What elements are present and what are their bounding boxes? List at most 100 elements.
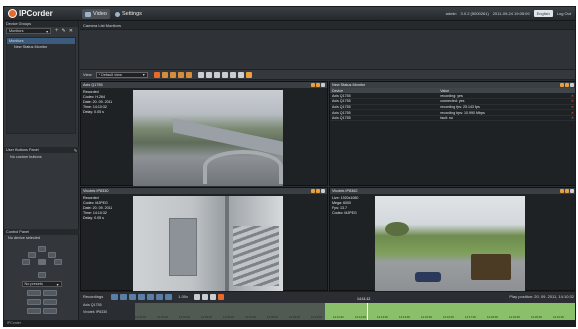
camera-list-tab[interactable]: Camera List Monitors <box>80 21 575 30</box>
focus-near-button[interactable] <box>26 299 41 305</box>
nav-video-button[interactable]: Video <box>82 9 110 19</box>
export-icon[interactable] <box>210 293 217 300</box>
timeline-tick-label: 14:11:00 <box>333 315 344 319</box>
ptz-right-button[interactable] <box>53 259 62 265</box>
ptz-up-button[interactable] <box>37 246 46 252</box>
close-icon[interactable] <box>570 83 574 87</box>
video-feed-parking <box>375 196 525 291</box>
ptz-home-button[interactable] <box>37 259 46 265</box>
grid-4-icon[interactable] <box>221 71 228 78</box>
timeline-track[interactable]: 14:11:12 14:02:00 14:03:00 14:04:00 14:05:0… <box>135 297 575 320</box>
zoom-in-icon[interactable] <box>194 293 201 300</box>
view-select[interactable]: * Default view ▾ <box>95 71 148 78</box>
logout-link[interactable]: Log Out <box>557 11 571 16</box>
timeline-cursor[interactable] <box>367 303 368 320</box>
timeline-device-label: Vivotek IP8330 <box>83 310 108 314</box>
focus-far-button[interactable] <box>42 299 57 305</box>
camera-pane-vivotek-8362[interactable]: Vivotek IP8362 Live: 1920x1080 Mega: 600… <box>329 187 575 291</box>
nav-settings-button[interactable]: Settings <box>112 9 145 19</box>
snapshot-icon[interactable] <box>560 189 564 193</box>
close-icon[interactable]: ✕ <box>69 28 73 34</box>
iris-close-button[interactable] <box>42 308 57 314</box>
edit-icon[interactable]: ✎ <box>74 148 77 153</box>
view-select-value: * Default view <box>98 72 122 77</box>
settings-icon[interactable] <box>245 71 252 78</box>
grid-5-icon[interactable] <box>229 71 236 78</box>
playback-speed[interactable]: 1.00x <box>178 294 188 299</box>
info-line: Codec: MJPEG <box>332 211 357 215</box>
chevron-down-icon[interactable] <box>316 189 320 193</box>
layout-2-icon[interactable] <box>169 71 176 78</box>
grid-2-icon[interactable] <box>205 71 212 78</box>
status-monitor-pane: New Status Monitor Device Value Axis Q17… <box>329 81 575 186</box>
ptz-up-right-button[interactable] <box>47 252 56 258</box>
remove-icon[interactable]: ✕ <box>566 115 575 122</box>
ptz-pad <box>21 246 62 278</box>
layout-4-icon[interactable] <box>185 71 192 78</box>
zoom-out-button[interactable] <box>42 290 57 296</box>
ptz-up-left-button[interactable] <box>27 252 36 258</box>
snapshot-icon[interactable] <box>311 83 315 87</box>
skip-forward-icon[interactable] <box>165 293 173 300</box>
info-line: Delay: 0.05 s <box>83 216 104 220</box>
video-icon <box>85 11 91 17</box>
grid-3-icon[interactable] <box>213 71 220 78</box>
ptz-left-button[interactable] <box>21 259 30 265</box>
table-row[interactable]: Axis Q1755 fault: no ✕ <box>330 115 575 122</box>
pause-icon[interactable] <box>138 293 146 300</box>
chevron-down-icon: ▾ <box>56 282 59 287</box>
iris-open-button[interactable] <box>26 308 41 314</box>
cell-value: fault: no <box>438 115 566 122</box>
pane-info: Recorded Codec: MJPEG Date: 20. 09. 2011… <box>83 196 112 221</box>
control-device-text: No device selected <box>8 236 41 240</box>
camera-pane-axis[interactable]: Axis Q1755 Recorded Codec: H.264 Date: 2… <box>80 81 328 186</box>
timeline-tick-label: 14:03:00 <box>157 315 168 319</box>
tree-item-status-monitor[interactable]: New Status Monitor <box>7 44 75 50</box>
rewind-icon[interactable] <box>120 293 128 300</box>
trees <box>385 222 409 236</box>
play-position: Play position: 20. 09. 2011, 14:10:32 <box>509 294 574 299</box>
presets-value: No presets <box>24 282 43 286</box>
edit-icon[interactable]: ✎ <box>62 28 66 34</box>
zoom-out-icon[interactable] <box>202 293 209 300</box>
pane-info: Recorded Codec: H.264 Date: 20. 09. 2011… <box>83 90 112 115</box>
fullscreen-icon[interactable] <box>237 71 244 78</box>
doorway <box>169 218 197 276</box>
delivery-van <box>471 254 511 280</box>
layout-1-icon[interactable] <box>161 71 168 78</box>
zoom-in-button[interactable] <box>26 290 41 296</box>
skip-back-icon[interactable] <box>111 293 119 300</box>
close-icon[interactable] <box>321 189 325 193</box>
chevron-down-icon[interactable] <box>565 83 569 87</box>
group-select[interactable]: Monitors ▾ <box>6 28 51 34</box>
camera-pane-vivotek-8330[interactable]: Vivotek IP8330 Recorded Codec: MJPEG Dat… <box>80 187 328 291</box>
presets-select[interactable]: No presets ▾ <box>21 281 62 287</box>
chevron-down-icon[interactable] <box>316 83 320 87</box>
snapshot-icon[interactable] <box>560 83 564 87</box>
chevron-down-icon[interactable] <box>565 189 569 193</box>
ptz-down-button[interactable] <box>37 272 46 278</box>
chevron-down-icon: ▾ <box>46 29 48 34</box>
zoom-focus-buttons <box>4 289 79 316</box>
pane-title-bar: Vivotek IP8330 <box>81 188 327 194</box>
play-icon[interactable] <box>147 293 155 300</box>
help-icon[interactable] <box>218 293 225 300</box>
refresh-icon[interactable] <box>153 71 160 78</box>
step-back-icon[interactable] <box>129 293 137 300</box>
layout-3-icon[interactable] <box>177 71 184 78</box>
close-icon[interactable] <box>570 189 574 193</box>
user-name: admin <box>445 11 457 16</box>
close-icon[interactable] <box>321 83 325 87</box>
add-icon[interactable]: + <box>55 28 59 34</box>
timeline-tick-label: 14:21:00 <box>553 315 564 319</box>
control-panel-title: Control Panel <box>4 229 79 235</box>
app-window: IPCorder Video Settings admin 3.0.2 (500… <box>3 6 576 327</box>
timeline-tick-label: 14:07:00 <box>245 315 256 319</box>
pane-controls <box>311 189 325 193</box>
language-select[interactable]: English <box>533 10 553 17</box>
grid-1-icon[interactable] <box>197 71 204 78</box>
fast-forward-icon[interactable] <box>156 293 164 300</box>
roundabout <box>203 150 283 184</box>
snapshot-icon[interactable] <box>311 189 315 193</box>
pane-title-bar: Axis Q1755 <box>81 82 327 88</box>
